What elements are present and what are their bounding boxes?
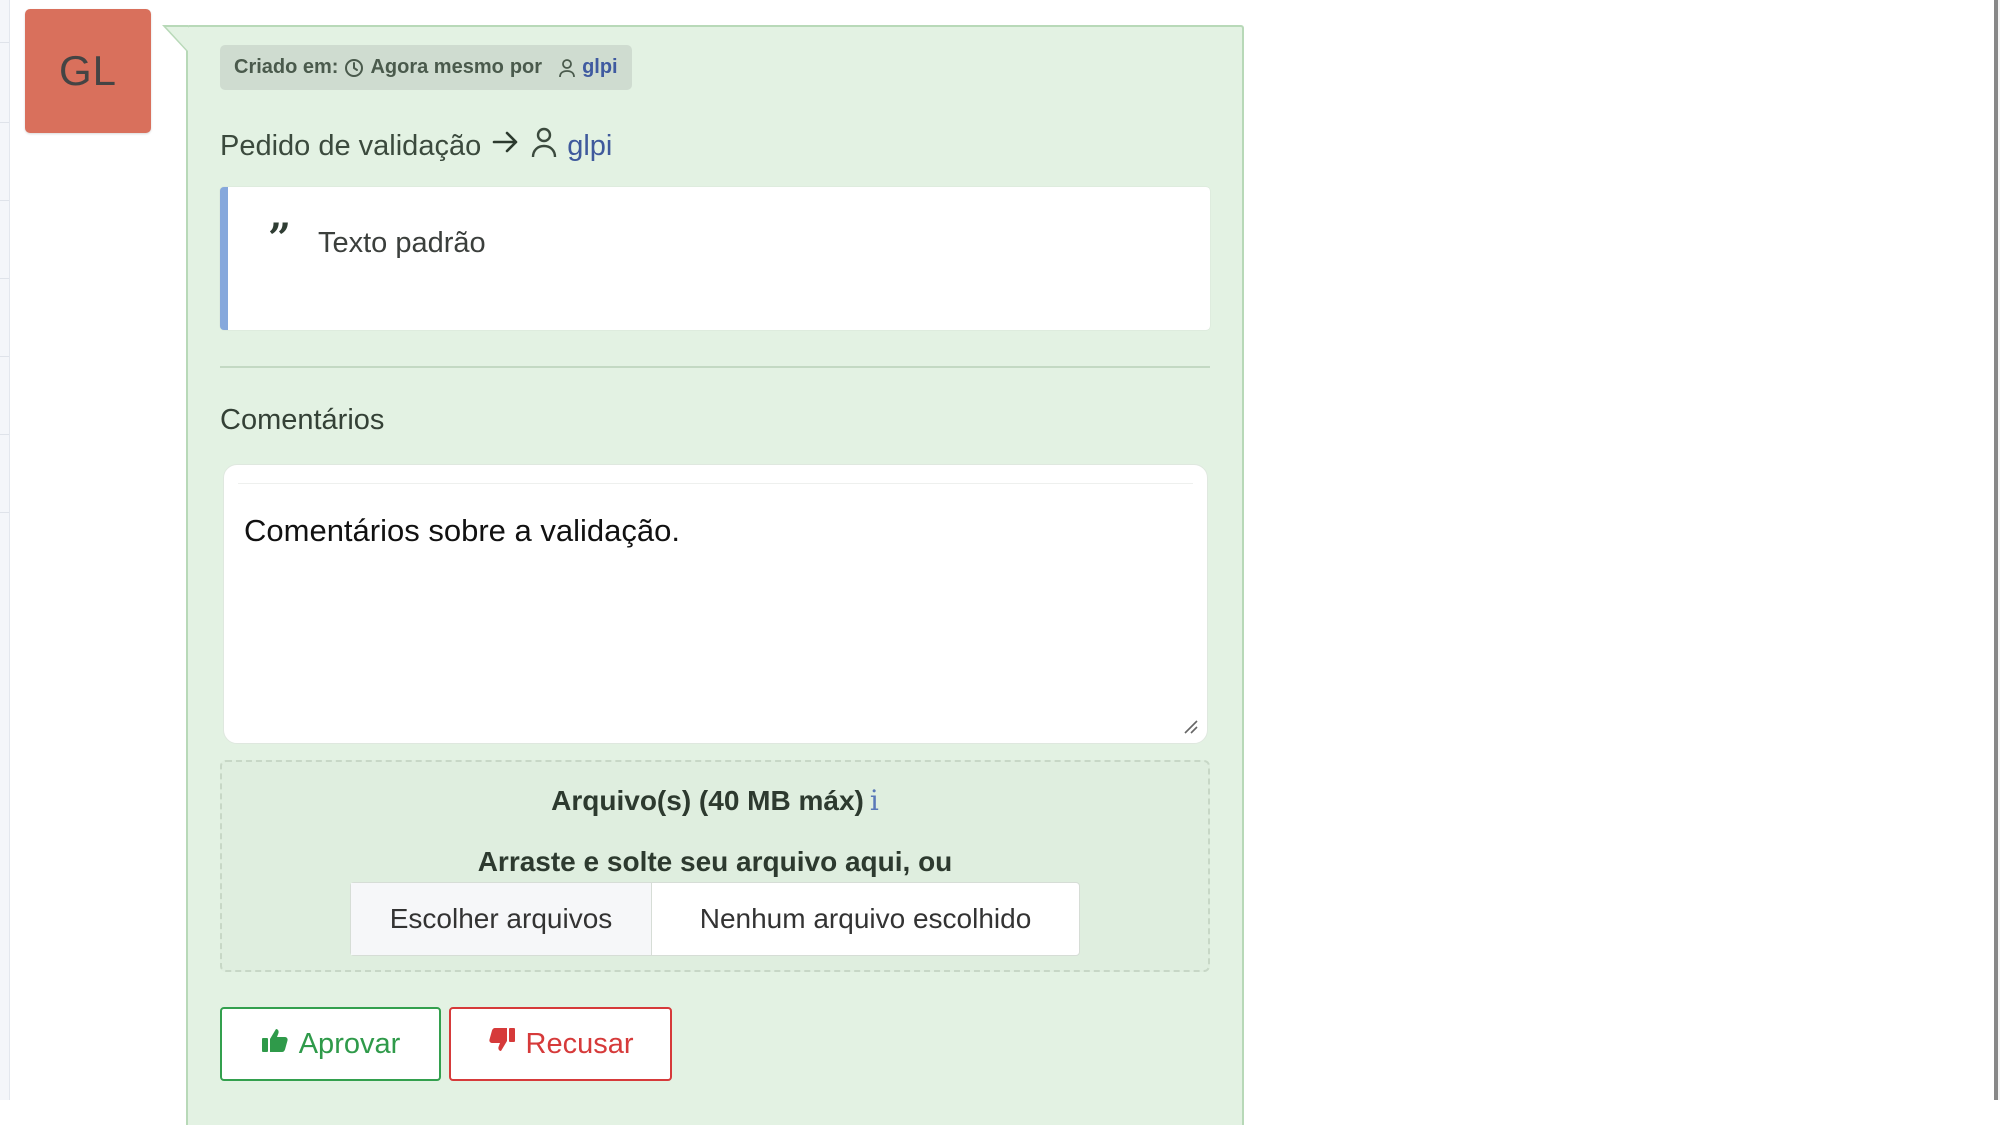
comments-value[interactable]: Comentários sobre a validação. [244, 513, 680, 549]
resize-handle-icon[interactable] [1181, 717, 1199, 735]
avatar: GL [25, 9, 151, 133]
choose-files-button[interactable]: Escolher arquivos [351, 883, 652, 955]
scrollbar-thumb[interactable] [1994, 0, 1998, 1100]
reject-label: Recusar [525, 1027, 634, 1060]
quote-icon: ” [268, 215, 292, 262]
validation-request-line: Pedido de validação glpi [220, 122, 612, 170]
request-user-link[interactable]: glpi [567, 130, 612, 163]
left-panel-edge [0, 0, 10, 1100]
info-icon[interactable]: i [870, 784, 879, 817]
no-file-status: Nenhum arquivo escolhido [699, 903, 1032, 934]
quote-text: Texto padrão [318, 227, 486, 259]
approve-label: Aprovar [298, 1027, 401, 1060]
file-input[interactable]: Escolher arquivos Nenhum arquivo escolhi… [350, 882, 1080, 956]
upload-title: Arquivo(s) (40 MB máx) i [551, 784, 879, 817]
upload-hint: Arraste e solte seu arquivo aqui, ou [477, 846, 953, 877]
arrow-right-icon [491, 129, 521, 163]
meta-user-link[interactable]: glpi [582, 56, 618, 79]
created-time: Agora mesmo [370, 56, 504, 78]
divider [220, 366, 1210, 368]
file-dropzone[interactable]: Arquivo(s) (40 MB máx) i Arraste e solte … [220, 760, 1210, 972]
validation-request-text: ” Texto padrão [220, 187, 1210, 330]
creation-meta-badge: Criado em: Agora mesmo por glpi [220, 45, 632, 90]
avatar-initials: GL [58, 47, 118, 94]
request-label: Pedido de validação [220, 129, 482, 162]
user-icon [558, 58, 576, 78]
user-icon [531, 126, 557, 166]
thumbs-down-icon [488, 1027, 516, 1061]
thumbs-up-icon [261, 1027, 289, 1061]
created-label: Criado em: [234, 56, 339, 78]
reject-button[interactable]: Recusar [449, 1007, 672, 1081]
approve-button[interactable]: Aprovar [220, 1007, 441, 1081]
clock-icon [344, 58, 364, 78]
vertical-scrollbar[interactable] [1994, 0, 2000, 1100]
by-label: por [509, 56, 543, 78]
comments-textarea[interactable]: Comentários sobre a validação. [223, 464, 1208, 744]
comments-label: Comentários [220, 404, 385, 436]
